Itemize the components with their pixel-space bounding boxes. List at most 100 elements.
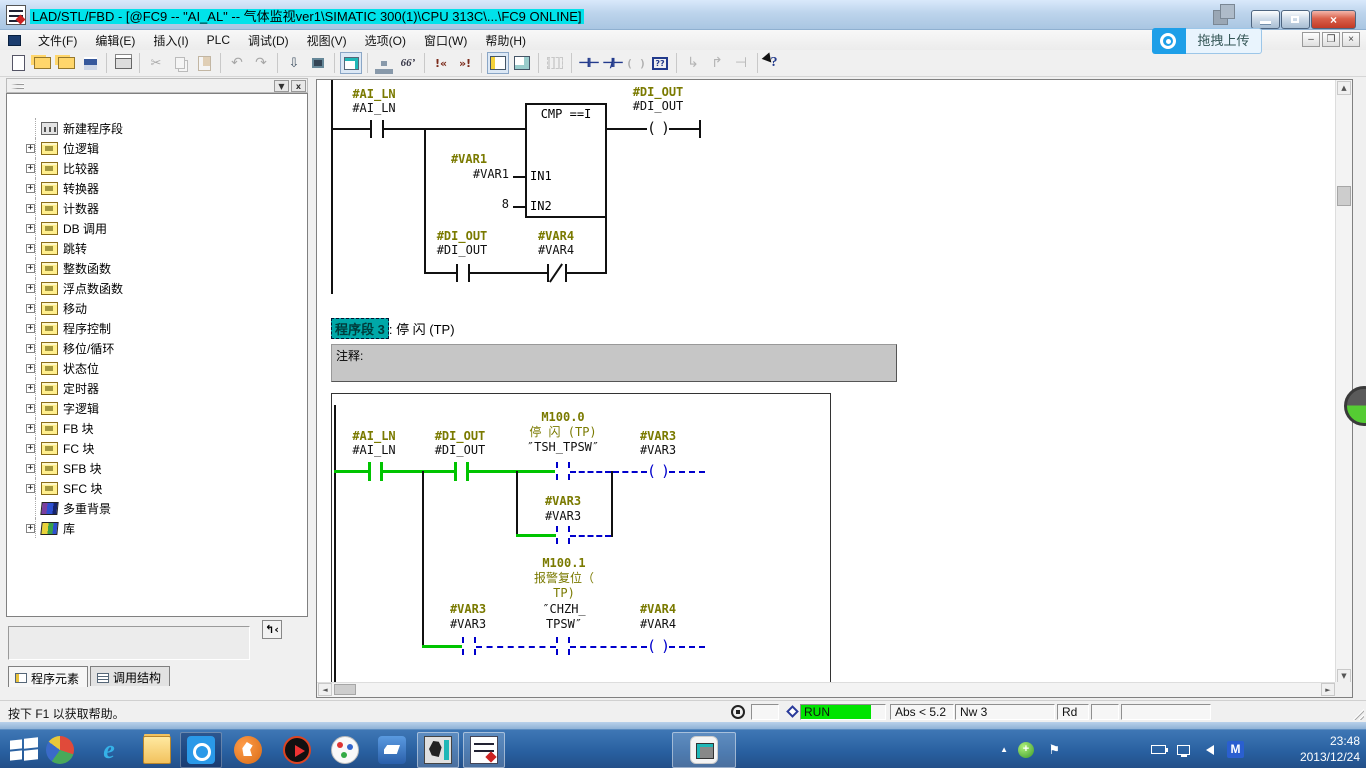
output-coil-inactive[interactable]: ( [647,463,656,480]
expand-toggle-icon[interactable] [26,304,35,313]
tree-item[interactable]: 库 [7,518,307,538]
open-online-icon[interactable] [55,52,77,74]
menu-edit[interactable]: 编辑(E) [86,30,144,51]
expand-toggle-icon[interactable] [26,324,35,333]
tree-item[interactable]: 跳转 [7,238,307,258]
output-coil-inactive[interactable]: ( [647,638,656,655]
tree-item[interactable]: 比较器 [7,158,307,178]
cut-icon[interactable] [145,52,167,74]
save-icon[interactable] [79,52,101,74]
no-contact-inactive[interactable] [462,637,464,655]
expand-toggle-icon[interactable] [26,364,35,373]
goto-next-error-icon[interactable] [454,52,476,74]
cmp-box[interactable]: CMP ==I IN1 IN2 [525,103,607,218]
no-contact-inactive[interactable] [556,526,558,544]
network-comment-box[interactable]: 注释: [331,344,897,382]
battery-tray[interactable] [1151,730,1166,768]
menu-options[interactable]: 选项(O) [356,30,415,51]
baidu-netdisk-button[interactable] [180,732,222,768]
branch-contact-operand[interactable]: #DI_OUT [422,244,502,257]
no-contact-energized[interactable] [454,462,457,481]
action-center-tray[interactable]: ⚑ [1048,730,1060,768]
tp-contact-inactive[interactable] [556,637,558,655]
upload-icon[interactable] [307,52,329,74]
expand-toggle-icon[interactable] [26,164,35,173]
tree-item[interactable]: 转换器 [7,178,307,198]
monitor-variable-icon[interactable] [397,52,419,74]
input-method-tray[interactable]: M [1227,730,1244,768]
menu-view[interactable]: 视图(V) [298,30,356,51]
tp-symbol[interactable]: ″TSH_TPSW″ [523,441,603,454]
contact-symbol[interactable]: #AI_LN [334,430,414,443]
expand-toggle-icon[interactable] [26,264,35,273]
hardware-config-button[interactable] [672,732,736,768]
stacked-windows-icon[interactable] [1213,2,1239,28]
panel-close-icon[interactable]: x [291,80,306,92]
tree-item[interactable]: 计数器 [7,198,307,218]
lad-editor-button[interactable] [463,732,505,768]
expand-toggle-icon[interactable] [26,244,35,253]
contact-symbol[interactable]: #DI_OUT [420,430,500,443]
context-help-icon[interactable] [763,52,785,74]
insert-rail-icon[interactable] [730,52,752,74]
tp-address[interactable]: M100.0 [523,411,603,424]
baidu-upload-widget[interactable]: 拖拽上传 [1152,28,1262,54]
expand-toggle-icon[interactable] [26,204,35,213]
nc-contact-operand[interactable]: #VAR4 [516,244,596,257]
network-badge[interactable]: 程序段 3 [331,318,389,339]
new-file-icon[interactable] [7,52,29,74]
tree-item[interactable]: SFC 块 [7,478,307,498]
contact-symbol[interactable]: #VAR3 [428,603,508,616]
coil-operand[interactable]: #DI_OUT [618,100,698,113]
vertical-scroll-thumb[interactable] [1337,186,1351,206]
expand-toggle-icon[interactable] [26,444,35,453]
tree-item[interactable]: 移位/循环 [7,338,307,358]
coil-symbol[interactable]: #VAR3 [618,430,698,443]
no-contact[interactable] [382,120,384,138]
vertical-scrollbar[interactable]: ▲ ▼ [1335,80,1352,684]
program-structure-icon[interactable] [373,52,395,74]
goto-previous-error-icon[interactable] [430,52,452,74]
expand-toggle-icon[interactable] [26,384,35,393]
tab-call-structure[interactable]: 调用结构 [90,666,170,686]
mdi-close-button[interactable]: × [1342,32,1360,47]
simatic-manager-button[interactable] [417,732,459,768]
network-tray[interactable] [1177,730,1190,768]
menu-debug[interactable]: 调试(D) [239,30,298,51]
tree-item[interactable]: 定时器 [7,378,307,398]
detail-view-icon[interactable] [511,52,533,74]
insert-nc-contact-icon[interactable] [601,52,623,74]
horizontal-scrollbar[interactable]: ◄ ► [317,682,1336,697]
copy-icon[interactable] [169,52,191,74]
expand-toggle-icon[interactable] [26,284,35,293]
media-app-button[interactable] [39,732,81,768]
coil-symbol[interactable]: #VAR4 [618,603,698,616]
insert-no-contact-icon[interactable] [577,52,599,74]
antivirus-tray[interactable]: + [1018,730,1034,768]
expand-toggle-icon[interactable] [26,464,35,473]
menu-help[interactable]: 帮助(H) [476,30,535,51]
collapse-arrow-icon[interactable]: ↰‹ [262,620,282,639]
scroll-up-icon[interactable]: ▲ [1337,81,1351,95]
in1-symbol[interactable]: #VAR1 [429,153,509,166]
mdi-minimize-button[interactable]: – [1302,32,1320,47]
tree-item[interactable]: DB 调用 [7,218,307,238]
menu-insert[interactable]: 插入(I) [144,30,197,51]
tree-item[interactable]: 状态位 [7,358,307,378]
in1-operand[interactable]: #VAR1 [433,168,509,181]
tree-item[interactable]: 移动 [7,298,307,318]
paste-icon[interactable] [193,52,215,74]
redo-icon[interactable] [250,52,272,74]
contact-symbol[interactable]: #AI_LN [334,88,414,101]
insert-coil-icon[interactable] [625,52,647,74]
panel-header[interactable]: ▼ x [6,78,308,93]
clock[interactable]: 23:48 2013/12/24 [1300,733,1360,765]
no-contact[interactable] [456,264,458,282]
expand-toggle-icon[interactable] [26,404,35,413]
menu-file[interactable]: 文件(F) [29,30,86,51]
tree-item[interactable]: 新建程序段 [7,118,307,138]
mdi-restore-button[interactable]: ❐ [1322,32,1340,47]
branch-contact-symbol[interactable]: #DI_OUT [422,230,502,243]
tree-item[interactable]: FB 块 [7,418,307,438]
ie-button[interactable]: e [88,732,130,768]
